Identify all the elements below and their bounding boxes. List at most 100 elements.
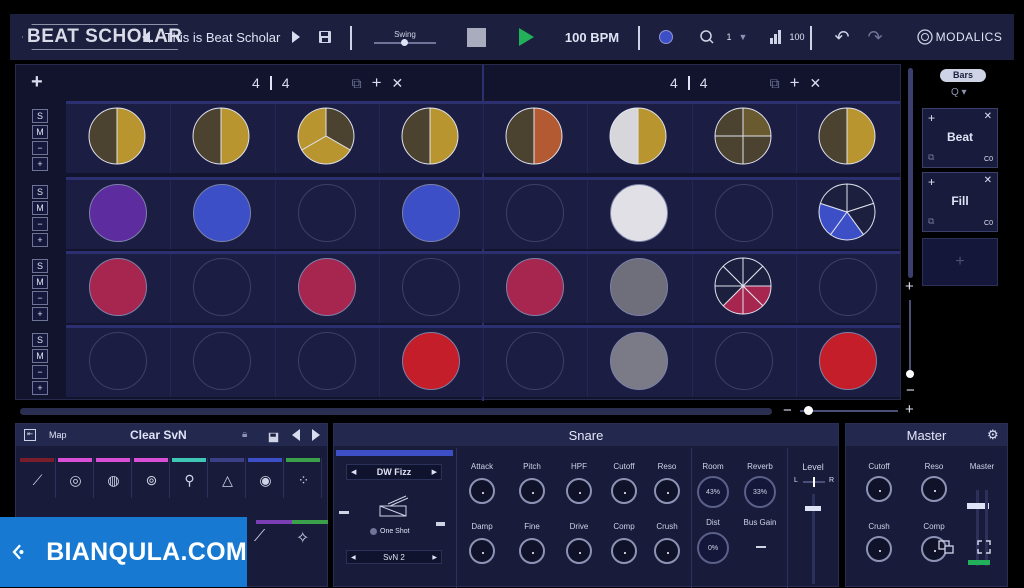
zoom-in-vertical-button[interactable]: + <box>905 278 914 295</box>
redo-icon[interactable]: ↷ <box>865 14 885 60</box>
step-pad[interactable] <box>401 332 460 390</box>
step-pad[interactable] <box>192 107 251 166</box>
solo-button[interactable]: S <box>32 333 48 347</box>
add-bar-button[interactable]: + <box>790 73 800 93</box>
step-pad[interactable] <box>401 184 460 242</box>
instrument-slot[interactable]: ⚲ <box>172 458 208 498</box>
add-bar-button[interactable]: + <box>372 73 382 93</box>
instrument-slot[interactable]: ⁘ <box>286 458 322 498</box>
save-kit-icon[interactable] <box>268 430 279 448</box>
kit-name[interactable]: Clear SvN <box>130 428 187 442</box>
delete-bar-button[interactable]: ✕ <box>810 75 822 92</box>
fine-knob[interactable] <box>519 538 545 564</box>
time-sig-top[interactable]: 4 <box>252 75 260 91</box>
dist-knob[interactable]: 0% <box>697 532 729 564</box>
save-icon[interactable] <box>316 14 334 60</box>
master-crush-knob[interactable] <box>866 536 892 562</box>
add-icon[interactable]: + <box>928 111 935 125</box>
mute-button[interactable]: M <box>32 275 48 289</box>
next-kit-button[interactable] <box>312 429 320 441</box>
close-icon[interactable]: ✕ <box>984 175 992 186</box>
add-pattern-slot[interactable]: + <box>922 238 998 286</box>
step-pad[interactable] <box>714 257 773 316</box>
step-pad[interactable] <box>818 258 877 316</box>
remove-row-button[interactable]: − <box>32 365 48 379</box>
prev-sample-button[interactable]: ◀ <box>351 468 356 476</box>
drive-knob[interactable] <box>566 538 592 564</box>
comp-knob[interactable] <box>611 538 637 564</box>
add-icon[interactable]: + <box>928 175 935 189</box>
delete-bar-button[interactable]: ✕ <box>392 75 404 92</box>
step-pad[interactable] <box>505 107 564 166</box>
instrument-slot[interactable]: ⟋ <box>20 458 56 498</box>
bus-gain-fader[interactable] <box>756 546 766 548</box>
level-fader[interactable] <box>805 494 821 584</box>
bars-toggle[interactable]: Bars <box>940 69 986 82</box>
add-row-button[interactable]: + <box>31 71 43 94</box>
step-pad[interactable] <box>297 258 356 316</box>
vertical-scrollbar[interactable] <box>908 68 913 278</box>
bpm-display[interactable]: 100 BPM <box>557 14 627 60</box>
step-pad[interactable] <box>297 107 356 166</box>
add-lane-button[interactable]: + <box>32 233 48 247</box>
step-pad[interactable] <box>610 258 669 316</box>
instrument-slot[interactable]: ⊚ <box>134 458 170 498</box>
prev-pattern-button[interactable] <box>140 14 152 60</box>
stop-button[interactable] <box>465 14 487 60</box>
metronome-icon[interactable] <box>698 14 716 60</box>
mute-button[interactable]: M <box>32 349 48 363</box>
tune-fader[interactable] <box>436 522 445 526</box>
pitch-knob[interactable] <box>519 478 545 504</box>
step-pad[interactable] <box>610 184 669 242</box>
beat-pattern-card[interactable]: + ✕ Beat ⧉ C0 <box>922 108 998 168</box>
step-pad[interactable] <box>193 332 252 390</box>
step-pad[interactable] <box>609 107 668 166</box>
undo-icon[interactable]: ↶ <box>832 14 852 60</box>
copy-icon[interactable]: ⧉ <box>928 216 934 227</box>
chevron-down-icon[interactable]: ▼ <box>736 14 750 60</box>
sidebar-toggle-icon[interactable]: ⇤ <box>24 429 36 441</box>
remove-row-button[interactable]: − <box>32 291 48 305</box>
velocity-value[interactable]: 100 <box>785 14 809 60</box>
add-lane-button[interactable]: + <box>32 381 48 395</box>
hpf-knob[interactable] <box>566 478 592 504</box>
reso-knob[interactable] <box>654 478 680 504</box>
master-reso-knob[interactable] <box>921 476 947 502</box>
expand-panel-icon[interactable] <box>938 540 954 559</box>
step-pad[interactable] <box>89 258 148 316</box>
solo-button[interactable]: S <box>32 259 48 273</box>
swing-slider[interactable]: Swing <box>370 14 440 60</box>
step-pad[interactable] <box>297 184 356 242</box>
crush-knob[interactable] <box>654 538 680 564</box>
lock-icon[interactable]: 🔒︎ <box>242 429 247 440</box>
master-cutoff-knob[interactable] <box>866 476 892 502</box>
step-pad[interactable] <box>818 183 877 242</box>
step-pad[interactable] <box>193 258 252 316</box>
zoom-in-button[interactable]: + <box>905 401 914 418</box>
cymbal-icon[interactable]: ⟋ <box>254 528 265 546</box>
horizontal-scrollbar[interactable] <box>20 408 772 415</box>
reverb-knob[interactable]: 33% <box>744 476 776 508</box>
damp-knob[interactable] <box>469 538 495 564</box>
instrument-slot[interactable]: ◉ <box>248 458 284 498</box>
fullscreen-icon[interactable] <box>977 540 991 559</box>
prev-variant-button[interactable]: ◀ <box>351 554 356 561</box>
solo-button[interactable]: S <box>32 185 48 199</box>
zoom-out-vertical-button[interactable]: − <box>906 382 915 399</box>
crash-icon[interactable]: ✧ <box>296 528 309 548</box>
step-pad[interactable] <box>714 332 773 390</box>
remove-row-button[interactable]: − <box>32 217 48 231</box>
vertical-zoom-slider[interactable] <box>906 300 914 378</box>
play-button[interactable] <box>515 14 537 60</box>
step-pad[interactable] <box>89 184 148 242</box>
instrument-slot[interactable]: ◎ <box>58 458 94 498</box>
solo-button[interactable]: S <box>32 109 48 123</box>
mute-button[interactable]: M <box>32 201 48 215</box>
room-knob[interactable]: 43% <box>697 476 729 508</box>
step-pad[interactable] <box>506 184 565 242</box>
step-pad[interactable] <box>88 107 147 166</box>
prev-kit-button[interactable] <box>292 429 300 441</box>
copy-bar-icon[interactable]: ⧉ <box>770 75 780 92</box>
pattern-title[interactable]: This is Beat Scholar <box>160 14 285 60</box>
add-lane-button[interactable]: + <box>32 157 48 171</box>
